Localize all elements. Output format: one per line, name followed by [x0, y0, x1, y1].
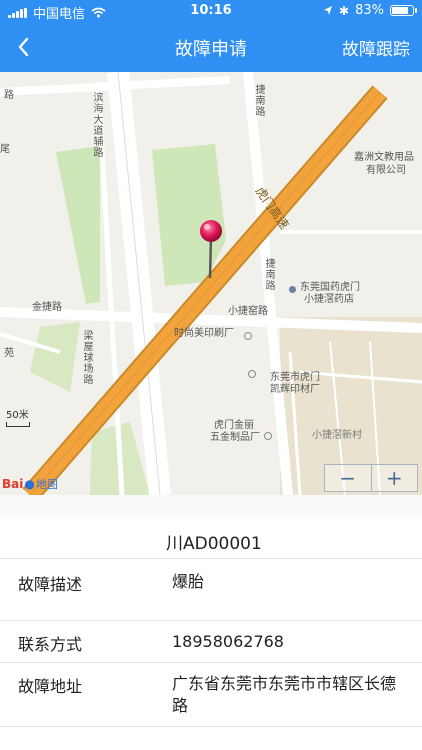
scale-label: 50米	[6, 410, 29, 421]
map-label-pharmacy: 东莞国药虎门	[300, 282, 360, 293]
baidu-map-logo: Bai ● 地图	[2, 476, 58, 492]
map-label-liangwu: 梁屋球场路	[81, 330, 92, 385]
plate-number: 川AD00001	[166, 534, 262, 554]
map-label-jiazhou-2: 有限公司	[366, 165, 406, 176]
contact-label: 联系方式	[18, 635, 83, 654]
zoom-control: − +	[324, 464, 418, 492]
map-label-xiaojie-road: 小捷窑路	[228, 306, 268, 317]
plate-row: 川AD00001	[0, 517, 422, 559]
poi-icon	[289, 286, 296, 293]
status-right: ✱ 83%	[323, 3, 417, 18]
map-label-pharmacy-2: 小捷滘药店	[304, 294, 354, 305]
map-label-edge-road: 路	[4, 90, 14, 101]
map-label-edge-wei: 尾	[0, 144, 10, 155]
bluetooth-icon: ✱	[339, 3, 350, 18]
contact-value: 18958062768	[172, 632, 284, 651]
status-bar: 中国电信 10:16 ✱ 83%	[0, 0, 422, 22]
poi-icon	[244, 332, 252, 340]
map-view[interactable]: 滨海大道辅路 捷南路 捷南路 虎门高速 嘉洲文教用品 有限公司 东莞国药虎门 小…	[0, 72, 422, 495]
zoom-in-button[interactable]: +	[372, 465, 418, 491]
fault-description-value: 爆胎	[172, 572, 205, 591]
contact-row: 联系方式 18958062768	[0, 621, 422, 663]
address-row: 故障地址 广东省东莞市东莞市市辖区长德路	[0, 663, 422, 727]
nav-bar: 故障申请 故障跟踪	[0, 22, 422, 72]
poi-icon	[248, 370, 256, 378]
section-gap	[0, 495, 422, 517]
location-arrow-icon	[324, 6, 333, 15]
fault-description-label: 故障描述	[18, 575, 83, 594]
logo-text: Bai	[2, 477, 24, 491]
map-label-binhai: 滨海大道辅路	[91, 92, 102, 158]
map-label-kaihui: 东莞市虎门	[270, 372, 320, 383]
scale-bar	[6, 422, 30, 427]
fault-description-row: 故障描述 爆胎	[0, 559, 422, 621]
address-label: 故障地址	[18, 677, 83, 696]
map-label-jiazhou: 嘉洲文教用品	[354, 152, 414, 163]
battery-icon	[390, 5, 417, 16]
map-label-jienan-2: 捷南路	[263, 258, 274, 291]
fault-tracking-button[interactable]: 故障跟踪	[342, 35, 410, 60]
map-label-jinli: 虎门金丽	[214, 420, 254, 431]
map-label-edge-yuan: 苑	[4, 348, 14, 359]
location-pin-icon	[200, 220, 222, 279]
map-scale: 50米	[6, 406, 30, 427]
map-label-kaihui-2: 凯辉印材厂	[270, 384, 320, 395]
map-label-jinjie: 金捷路	[32, 302, 62, 313]
map-label-xiaojie-village: 小捷滘新村	[312, 430, 362, 441]
paw-icon: ●	[24, 477, 35, 491]
battery-fill	[392, 7, 408, 14]
address-value: 广东省东莞市东莞市市辖区长德路	[172, 674, 397, 715]
logo-text-2: 地图	[35, 478, 58, 491]
battery-percent: 83%	[355, 3, 384, 18]
map-label-shishangmei: 时尚美印刷厂	[174, 328, 234, 339]
map-label-jinli-2: 五金制品厂	[210, 432, 260, 443]
poi-icon	[264, 432, 272, 440]
zoom-out-button[interactable]: −	[325, 465, 372, 491]
map-label-jienan: 捷南路	[253, 84, 264, 117]
